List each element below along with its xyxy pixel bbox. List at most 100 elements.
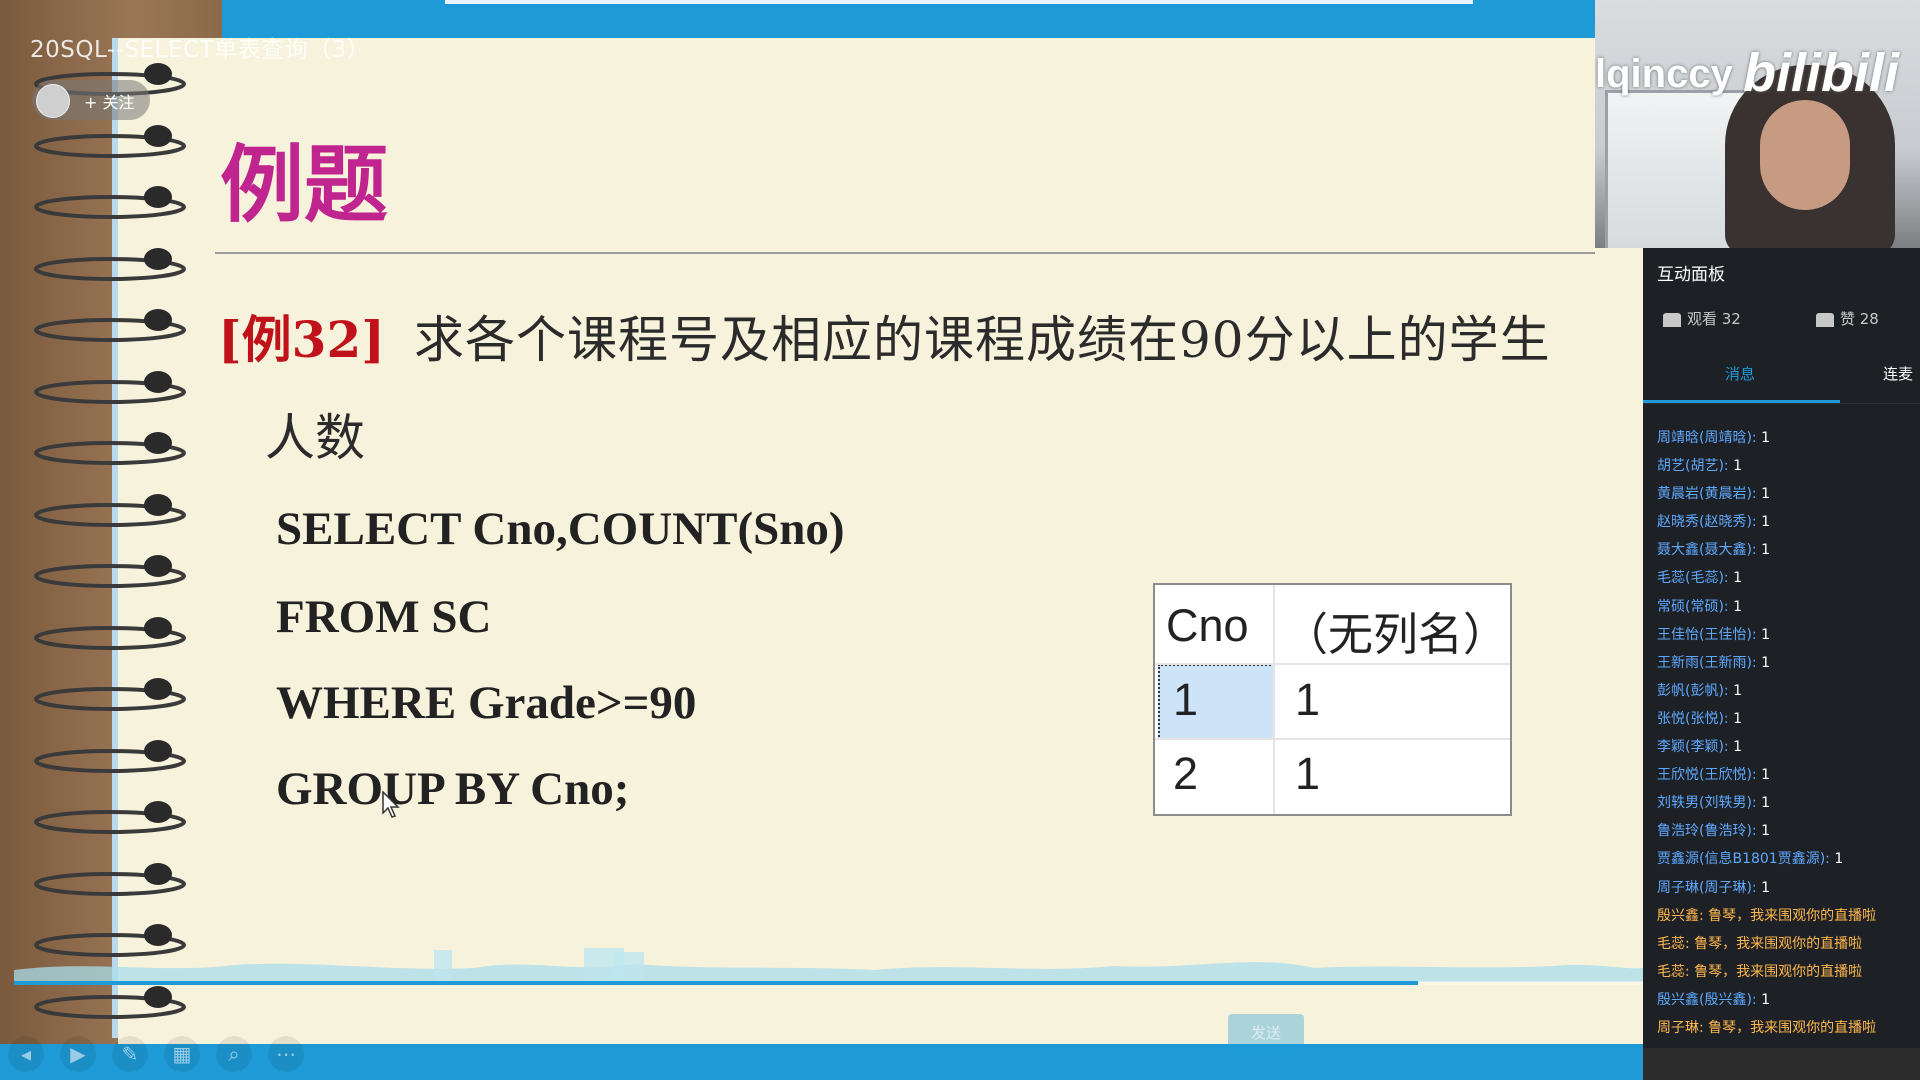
chat-message-author[interactable]: 常硕(常硕): — [1657, 599, 1729, 615]
chat-message: 毛蕊: 鲁琴，我来围观你的直播啦 — [1657, 930, 1920, 958]
chat-message: 毛蕊: 鲁琴，我来围观你的直播啦 — [1657, 958, 1920, 986]
more-icon[interactable]: ⋯ — [268, 1036, 304, 1072]
chat-message-author[interactable]: 张悦(张悦): — [1657, 711, 1729, 727]
chat-message-author[interactable]: 周子琳: — [1657, 1020, 1704, 1036]
video-title: 20SQL--SELECT单表查询（3） — [30, 37, 371, 63]
spiral-ring — [30, 245, 190, 285]
chat-message-author[interactable]: 彭帆(彭帆): — [1657, 683, 1729, 699]
chat-message-text: 1 — [1756, 795, 1770, 812]
spiral-ring — [30, 798, 190, 838]
chat-message-text: 1 — [1756, 654, 1770, 671]
chat-message-text: 1 — [1756, 879, 1770, 896]
uploader-username: lqinccy — [1595, 52, 1733, 96]
chat-message-text: 1 — [1728, 458, 1742, 475]
spiral-ring — [30, 737, 190, 777]
chat-message-author[interactable]: 殷兴鑫: — [1657, 908, 1704, 924]
chat-message: 黄晨岩(黄晨岩): 1 — [1657, 480, 1920, 508]
column-header-cno: Cno — [1166, 600, 1249, 651]
chat-message-author[interactable]: 胡艺(胡艺): — [1657, 458, 1729, 474]
prev-icon[interactable]: ◂ — [8, 1036, 44, 1072]
chat-message-author[interactable]: 毛蕊: — [1657, 964, 1690, 980]
chat-message-author[interactable]: 鲁浩玲(鲁浩玲): — [1657, 823, 1757, 839]
presenter-face — [1760, 100, 1850, 210]
search-icon[interactable]: ⌕ — [216, 1036, 252, 1072]
sql-line-select: SELECT Cno,COUNT(Sno) — [276, 503, 845, 555]
cell-r2-count: 1 — [1295, 748, 1321, 799]
bilibili-logo: bilibili — [1743, 43, 1899, 103]
chat-message-author[interactable]: 王新雨(王新雨): — [1657, 655, 1757, 671]
spiral-ring — [30, 675, 190, 715]
cell-r1-cno: 1 — [1173, 674, 1199, 725]
spiral-ring — [30, 122, 190, 162]
chat-message-author[interactable]: 毛蕊(毛蕊): — [1657, 570, 1729, 586]
chat-message-author[interactable]: 刘轶男(刘轶男): — [1657, 795, 1757, 811]
viewers-count: 观看 32 — [1663, 308, 1741, 329]
follow-label: + 关注 — [84, 93, 135, 112]
progress-played[interactable] — [14, 981, 1418, 985]
question-text-line2: 人数 — [265, 409, 365, 467]
chat-message-author[interactable]: 周子琳(周子琳): — [1657, 880, 1757, 896]
tab-connect[interactable]: 连麦 — [1883, 363, 1913, 384]
chat-message-text: 鲁琴，我来围观你的直播啦 — [1689, 963, 1863, 980]
mouse-cursor-icon — [382, 790, 402, 823]
chat-message-author[interactable]: 周靖晗(周靖晗): — [1657, 430, 1757, 446]
interaction-panel: 互动面板 观看 32 赞 28 消息 连麦 周靖晗(周靖晗): 1 胡艺(胡艺):… — [1643, 248, 1920, 1048]
spiral-ring — [30, 429, 190, 469]
message-list: 周靖晗(周靖晗): 1 胡艺(胡艺): 1 黄晨岩(黄晨岩): 1 赵晓秀(赵晓秀):… — [1657, 424, 1920, 1042]
send-danmaku-button[interactable]: 发送 — [1228, 1014, 1304, 1052]
spiral-ring — [30, 183, 190, 223]
chat-message-text: 1 — [1756, 542, 1770, 559]
chat-message-text: 1 — [1756, 767, 1770, 784]
panel-title: 互动面板 — [1657, 265, 1725, 285]
chat-message-text: 1 — [1728, 682, 1742, 699]
query-result-grid: Cno （无列名） 1 1 2 1 — [1153, 583, 1512, 816]
tab-messages[interactable]: 消息 — [1725, 363, 1755, 384]
play-icon[interactable]: ▶ — [60, 1036, 96, 1072]
chat-message: 周靖晗(周靖晗): 1 — [1657, 424, 1920, 452]
chat-message-author[interactable]: 王佳怡(王佳怡): — [1657, 627, 1757, 643]
chat-message-text: 1 — [1756, 823, 1770, 840]
thumbs-up-icon — [1816, 312, 1834, 327]
heading-divider — [215, 252, 1595, 254]
chat-message: 张悦(张悦): 1 — [1657, 705, 1920, 733]
chat-message-text: 鲁琴，我来围观你的直播啦 — [1703, 907, 1877, 924]
chat-message: 彭帆(彭帆): 1 — [1657, 677, 1920, 705]
likes-count[interactable]: 赞 28 — [1816, 308, 1879, 329]
chat-message-author[interactable]: 黄晨岩(黄晨岩): — [1657, 486, 1757, 502]
spiral-ring — [30, 860, 190, 900]
spiral-ring — [30, 552, 190, 592]
chat-message-text: 1 — [1756, 991, 1770, 1008]
chat-message-text: 1 — [1756, 514, 1770, 531]
cell-r2-cno: 2 — [1173, 748, 1199, 799]
chat-message-text: 鲁琴，我来围观你的直播啦 — [1689, 935, 1863, 952]
tab-separator — [1643, 403, 1920, 404]
slide-area: 例题 [例32] 求各个课程号及相应的课程成绩在90分以上的学生 人数 SELE… — [0, 0, 1643, 1080]
chat-message-author[interactable]: 李颖(李颖): — [1657, 739, 1729, 755]
chat-message-text: 鲁琴，我来围观你的直播啦 — [1703, 1019, 1877, 1036]
chat-message: 常硕(常硕): 1 — [1657, 593, 1920, 621]
viewers-icon — [1663, 312, 1681, 327]
chat-message-text: 1 — [1756, 430, 1770, 446]
chat-message: 殷兴鑫(殷兴鑫): 1 — [1657, 986, 1920, 1014]
chat-message: 周子琳(周子琳): 1 — [1657, 874, 1920, 902]
follow-button[interactable]: + 关注 — [32, 80, 150, 120]
uploader-avatar[interactable] — [36, 84, 70, 118]
chat-message-author[interactable]: 聂大鑫(聂大鑫): — [1657, 542, 1757, 558]
chat-message-author[interactable]: 赵晓秀(赵晓秀): — [1657, 514, 1757, 530]
chat-message-author[interactable]: 王欣悦(王欣悦): — [1657, 767, 1757, 783]
layers-icon[interactable]: ▦ — [164, 1036, 200, 1072]
chat-message-author[interactable]: 贾鑫源(信息B1801贾鑫源): — [1657, 851, 1830, 867]
chat-message: 王欣悦(王欣悦): 1 — [1657, 761, 1920, 789]
viewers-label: 观看 32 — [1687, 310, 1741, 328]
chat-message: 胡艺(胡艺): 1 — [1657, 452, 1920, 480]
chat-message: 毛蕊(毛蕊): 1 — [1657, 564, 1920, 592]
spiral-rings — [30, 60, 200, 1040]
chat-message-author[interactable]: 毛蕊: — [1657, 936, 1690, 952]
spiral-ring — [30, 491, 190, 531]
pen-icon[interactable]: ✎ — [112, 1036, 148, 1072]
chat-message-author[interactable]: 殷兴鑫(殷兴鑫): — [1657, 992, 1757, 1008]
chat-message-text: 1 — [1728, 739, 1742, 756]
sql-line-groupby: GROUP BY Cno; — [276, 763, 630, 815]
audio-waveform — [14, 948, 1643, 982]
chat-message: 刘轶男(刘轶男): 1 — [1657, 789, 1920, 817]
